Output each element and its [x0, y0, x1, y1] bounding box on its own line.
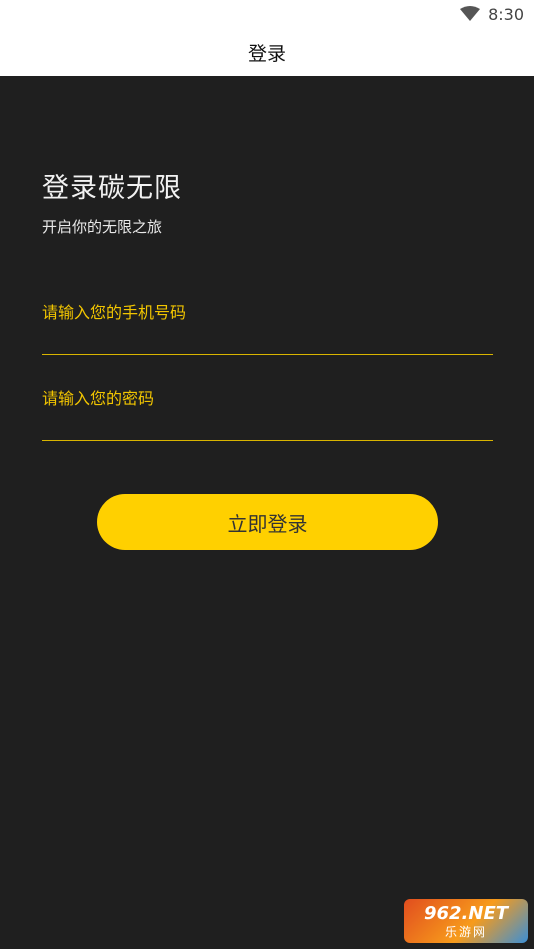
watermark-top: 962.NET: [423, 902, 509, 924]
page-title: 登录: [247, 42, 286, 65]
status-bar: 8:30: [0, 0, 534, 28]
status-time: 8:30: [488, 4, 524, 24]
password-field: [42, 378, 493, 441]
login-form: 登录碳无限 开启你的无限之旅 立即登录: [0, 76, 534, 949]
wifi-icon: [460, 6, 481, 22]
login-subtitle: 开启你的无限之旅: [42, 218, 163, 236]
login-button[interactable]: 立即登录: [97, 494, 438, 550]
password-input[interactable]: [42, 384, 493, 412]
watermark-logo: 962.NET 乐游网: [404, 899, 528, 943]
phone-field: [42, 292, 493, 355]
app-bar: 登录: [0, 28, 534, 76]
phone-input[interactable]: [42, 298, 493, 326]
watermark-bottom: 乐游网: [444, 924, 487, 939]
login-headline: 登录碳无限: [42, 173, 182, 204]
status-indicators: 8:30: [460, 4, 524, 24]
